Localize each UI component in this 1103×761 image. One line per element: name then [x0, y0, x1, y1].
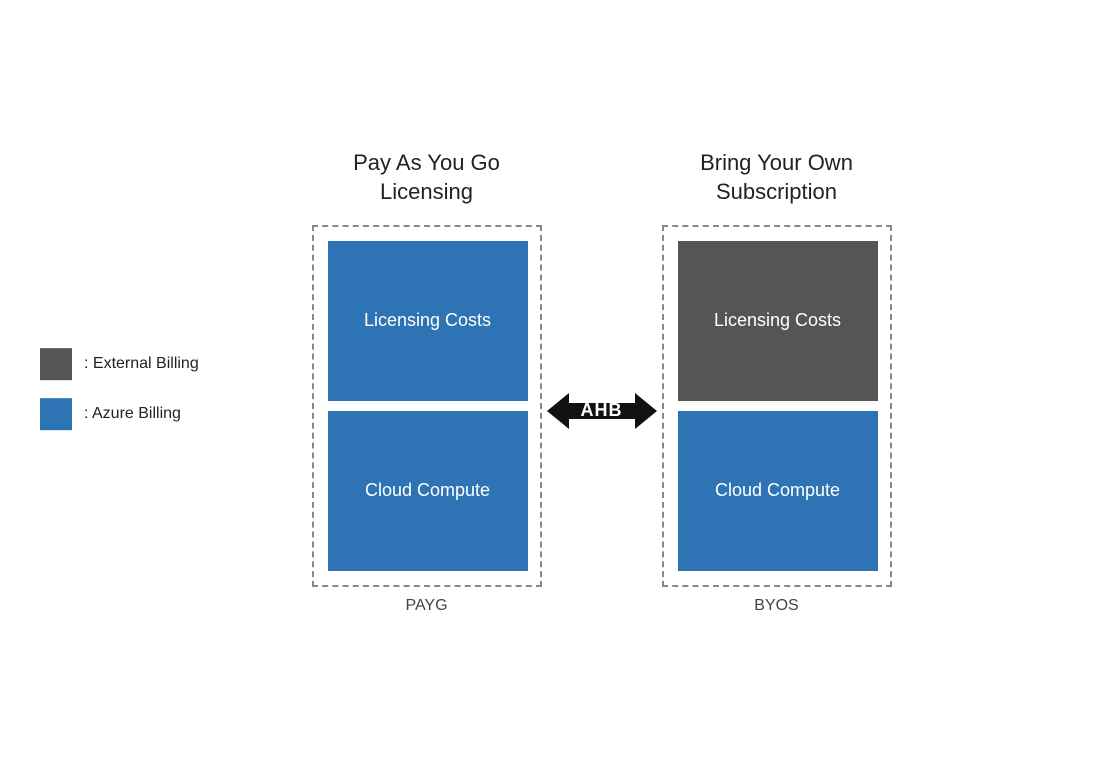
byos-licensing-block: Licensing Costs: [678, 241, 878, 401]
payg-label: PAYG: [405, 597, 447, 615]
ahb-container: AHB: [542, 381, 662, 441]
legend: : External Billing : Azure Billing: [40, 348, 199, 430]
legend-label-azure: : Azure Billing: [84, 405, 181, 423]
column-payg: Pay As You GoLicensing Licensing Costs C…: [312, 147, 542, 615]
byos-title: Bring Your OwnSubscription: [700, 147, 853, 207]
diagram-main: Pay As You GoLicensing Licensing Costs C…: [312, 147, 892, 615]
ahb-label: AHB: [581, 400, 623, 421]
payg-compute-label: Cloud Compute: [365, 480, 490, 501]
payg-title: Pay As You GoLicensing: [353, 147, 500, 207]
payg-licensing-label: Licensing Costs: [364, 310, 491, 331]
byos-compute-block: Cloud Compute: [678, 411, 878, 571]
legend-item-azure: : Azure Billing: [40, 398, 199, 430]
byos-dashed-box: Licensing Costs Cloud Compute: [662, 225, 892, 587]
payg-dashed-box: Licensing Costs Cloud Compute: [312, 225, 542, 587]
byos-compute-label: Cloud Compute: [715, 480, 840, 501]
payg-compute-block: Cloud Compute: [328, 411, 528, 571]
legend-item-external: : External Billing: [40, 348, 199, 380]
payg-licensing-block: Licensing Costs: [328, 241, 528, 401]
diagram-container: : External Billing : Azure Billing Pay A…: [0, 0, 1103, 761]
byos-licensing-label: Licensing Costs: [714, 310, 841, 331]
legend-label-external: : External Billing: [84, 355, 199, 373]
byos-label: BYOS: [754, 597, 798, 615]
ahb-arrow: AHB: [547, 381, 657, 441]
legend-box-external: [40, 348, 72, 380]
column-byos: Bring Your OwnSubscription Licensing Cos…: [662, 147, 892, 615]
legend-box-azure: [40, 398, 72, 430]
